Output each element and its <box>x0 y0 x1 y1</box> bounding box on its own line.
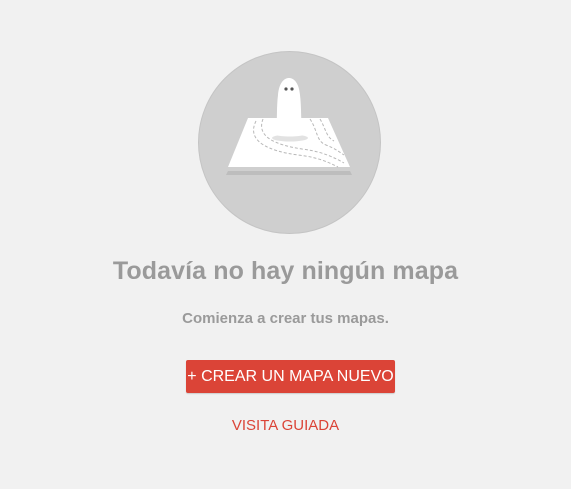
empty-maps-page: Todavía no hay ningún mapa Comienza a cr… <box>0 0 571 489</box>
ghost-on-map-icon <box>198 51 381 234</box>
empty-state-subtext: Comienza a crear tus mapas. <box>182 310 389 327</box>
guided-tour-link-container: VISITA GUIADA <box>0 416 571 436</box>
guided-tour-link[interactable]: VISITA GUIADA <box>232 417 339 434</box>
create-new-map-button[interactable]: + CREAR UN MAPA NUEVO <box>186 360 395 393</box>
empty-state-headline: Todavía no hay ningún mapa <box>112 257 459 285</box>
